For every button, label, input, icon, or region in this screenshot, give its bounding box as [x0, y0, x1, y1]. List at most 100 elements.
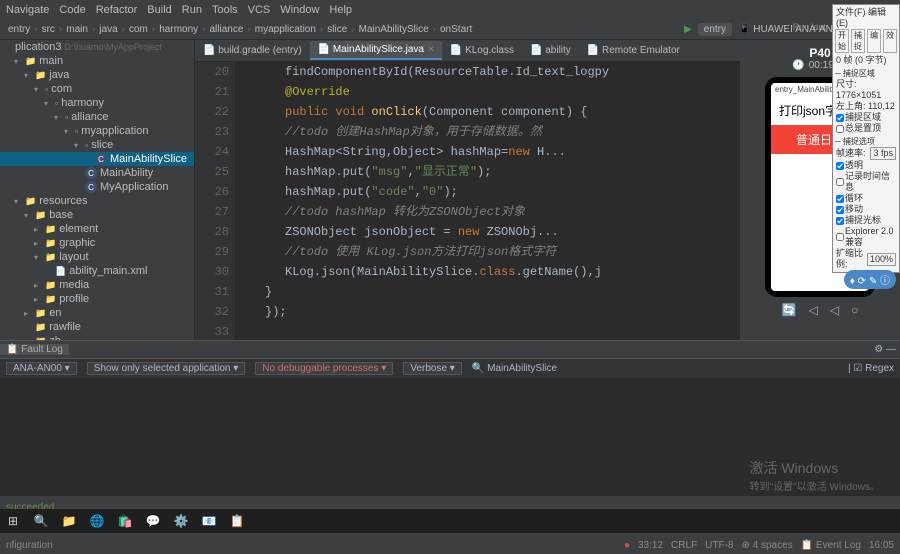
taskbar-icon[interactable]: 📧 — [200, 512, 218, 530]
editor-tab[interactable]: 📄 KLog.class — [442, 42, 522, 59]
capture-panel-menu[interactable]: 文件(F) 编辑(E) — [835, 7, 897, 29]
tree-node-main[interactable]: ▾📁main — [0, 54, 194, 68]
process-filter[interactable]: No debuggable processes ▾ — [255, 362, 393, 375]
editor-tab[interactable]: 📄 ability — [522, 42, 579, 59]
breadcrumb-item[interactable]: onStart — [436, 24, 476, 35]
breadcrumb-item[interactable]: com — [125, 24, 152, 35]
home-icon[interactable]: ○ — [851, 303, 858, 317]
capture-btn[interactable]: 编 — [867, 29, 881, 53]
run-link[interactable]: Run 'ent — [793, 22, 826, 32]
taskbar-icon[interactable]: 📁 — [60, 512, 78, 530]
regex-check[interactable]: Regex — [865, 363, 894, 374]
taskbar-icon[interactable]: ⊞ — [4, 512, 22, 530]
encoding[interactable]: UTF-8 — [705, 540, 733, 551]
tree-node-resources[interactable]: ▾📁resources — [0, 194, 194, 208]
tree-node-media[interactable]: ▸📁media — [0, 278, 194, 292]
menu-help[interactable]: Help — [329, 4, 352, 16]
tree-node-profile[interactable]: ▸📁profile — [0, 292, 194, 306]
tree-node-java[interactable]: ▾📁java — [0, 68, 194, 82]
tree-node-alliance[interactable]: ▾▫alliance — [0, 110, 194, 124]
breadcrumb-item[interactable]: java — [95, 24, 121, 35]
sb-hint: nfiguration — [6, 540, 53, 551]
chk-area[interactable] — [836, 114, 844, 122]
fps-select[interactable]: 3 fps — [870, 147, 896, 160]
chk-exp[interactable] — [836, 233, 844, 241]
indent[interactable]: 4 spaces — [753, 540, 793, 551]
tree-node-layout[interactable]: ▾📁layout — [0, 250, 194, 264]
editor-tab[interactable]: 📄 build.gradle (entry) — [195, 42, 310, 59]
tree-node-element[interactable]: ▸📁element — [0, 222, 194, 236]
chk-cursor[interactable] — [836, 217, 844, 225]
error-indicator[interactable]: ● — [624, 540, 630, 551]
level-filter[interactable]: Verbose ▾ — [403, 362, 462, 375]
capture-dim: 尺寸: 1776×1051 — [835, 79, 897, 101]
breadcrumb-item[interactable]: harmony — [155, 24, 202, 35]
line-sep[interactable]: CRLF — [671, 540, 697, 551]
float-toolbar[interactable]: ♦ ⟳ ✎ ⓘ — [844, 270, 896, 289]
taskbar-icon[interactable]: 📋 — [228, 512, 246, 530]
fault-log-tab[interactable]: 📋 Fault Log — [0, 344, 69, 355]
tree-node-MyApplication[interactable]: CMyApplication — [0, 180, 194, 194]
gear-icon[interactable]: ⚙ — — [874, 344, 900, 355]
breadcrumb-item[interactable]: MainAbilitySlice — [355, 24, 433, 35]
editor-tab[interactable]: 📄 Remote Emulator — [579, 42, 688, 59]
tree-node-zh[interactable]: ▸📁zh — [0, 334, 194, 340]
code-area[interactable]: findComponentById(ResourceTable.Id_text_… — [235, 62, 740, 340]
tree-node-plication3[interactable]: plication3 D:\huamo\MyAppProject — [0, 40, 194, 54]
cursor-pos[interactable]: 33:12 — [638, 540, 663, 551]
emulator-controls: 🔄 ◁ ◁ ○ — [782, 303, 859, 317]
breadcrumb-item[interactable]: entry — [4, 24, 34, 35]
breadcrumb-item[interactable]: main — [62, 24, 92, 35]
rotate-icon[interactable]: 🔄 — [782, 303, 797, 317]
menu-navigate[interactable]: Navigate — [6, 4, 49, 16]
event-log-link[interactable]: 📋 Event Log — [801, 540, 861, 551]
breadcrumb-item[interactable]: src — [38, 24, 59, 35]
chk-move[interactable] — [836, 206, 844, 214]
menu-refactor[interactable]: Refactor — [96, 4, 138, 16]
taskbar-icon[interactable]: 🌐 — [88, 512, 106, 530]
menu-tools[interactable]: Tools — [212, 4, 238, 16]
device-filter[interactable]: ANA-AN00 ▾ — [6, 362, 77, 375]
capture-btn[interactable]: 开始 — [835, 29, 849, 53]
tree-node-graphic[interactable]: ▸📁graphic — [0, 236, 194, 250]
tree-node-harmony[interactable]: ▾▫harmony — [0, 96, 194, 110]
back-icon[interactable]: ◁ — [809, 303, 818, 317]
tree-node-myapplication[interactable]: ▾▫myapplication — [0, 124, 194, 138]
project-tree: plication3 D:\huamo\MyAppProject▾📁main▾📁… — [0, 40, 195, 340]
tree-node-MainAbilitySlice[interactable]: CMainAbilitySlice — [0, 152, 194, 166]
tree-node-en[interactable]: ▸📁en — [0, 306, 194, 320]
tree-node-rawfile[interactable]: 📁rawfile — [0, 320, 194, 334]
capture-btn[interactable]: 捕捉 — [851, 29, 865, 53]
breadcrumb-item[interactable]: myapplication — [251, 24, 320, 35]
menu-build[interactable]: Build — [147, 4, 171, 16]
scale-select[interactable]: 100% — [867, 253, 896, 266]
runconfig-entry[interactable]: entry — [698, 23, 732, 36]
tree-node-ability_main-xml[interactable]: 📄ability_main.xml — [0, 264, 194, 278]
breadcrumb: entry›src›main›java›com›harmony›alliance… — [4, 24, 476, 35]
play-icon[interactable]: ▶ — [684, 24, 692, 35]
breadcrumb-item[interactable]: slice — [323, 24, 351, 35]
tree-node-com[interactable]: ▾▫com — [0, 82, 194, 96]
chk-trans[interactable] — [836, 162, 844, 170]
breadcrumb-item[interactable]: alliance — [206, 24, 248, 35]
tree-node-MainAbility[interactable]: CMainAbility — [0, 166, 194, 180]
chk-loop[interactable] — [836, 195, 844, 203]
menubar: Navigate Code Refactor Build Run Tools VCS Wind… — [0, 0, 900, 20]
taskbar-icon[interactable]: 🔍 — [32, 512, 50, 530]
tree-node-base[interactable]: ▾📁base — [0, 208, 194, 222]
menu-code[interactable]: Code — [59, 4, 85, 16]
scope-filter[interactable]: Show only selected application ▾ — [87, 362, 246, 375]
chk-top[interactable] — [836, 125, 844, 133]
back2-icon[interactable]: ◁ — [830, 303, 839, 317]
editor-tab[interactable]: 📄 MainAbilitySlice.java × — [310, 41, 442, 60]
menu-run[interactable]: Run — [182, 4, 202, 16]
taskbar-icon[interactable]: ⚙️ — [172, 512, 190, 530]
menu-vcs[interactable]: VCS — [248, 4, 271, 16]
tree-node-slice[interactable]: ▾▫slice — [0, 138, 194, 152]
chk-time[interactable] — [836, 178, 844, 186]
taskbar-icon[interactable]: 💬 — [144, 512, 162, 530]
package-filter[interactable]: 🔍 MainAbilitySlice — [472, 363, 557, 374]
taskbar-icon[interactable]: 🛍️ — [116, 512, 134, 530]
menu-window[interactable]: Window — [280, 4, 319, 16]
capture-btn[interactable]: 效 — [883, 29, 897, 53]
